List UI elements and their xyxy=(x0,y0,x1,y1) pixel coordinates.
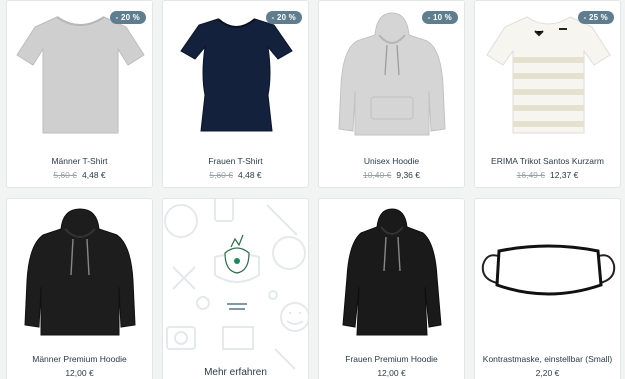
current-price: 2,20 € xyxy=(535,368,560,378)
discount-badge: - 20 % xyxy=(109,11,146,24)
old-price: 5,60 € xyxy=(209,170,233,180)
product-card-women-premium-hoodie[interactable]: Frauen Premium Hoodie 12,00 € xyxy=(318,198,465,379)
product-card-women-tshirt[interactable]: - 20 % Frauen T-Shirt 5,60 € 4,48 € xyxy=(162,0,309,188)
discount-badge: - 10 % xyxy=(421,11,458,24)
old-price: 5,60 € xyxy=(53,170,77,180)
product-price: 2,20 € xyxy=(475,368,620,378)
product-card-men-premium-hoodie[interactable]: Männer Premium Hoodie 12,00 € xyxy=(6,198,153,379)
discount-badge: - 25 % xyxy=(577,11,614,24)
current-price: 12,37 € xyxy=(550,170,579,180)
product-card-contrast-mask[interactable]: Kontrastmaske, einstellbar (Small) 2,20 … xyxy=(474,198,621,379)
product-price: 5,60 € 4,48 € xyxy=(7,170,152,180)
product-name: Männer T-Shirt xyxy=(51,156,108,166)
grey-tshirt-icon xyxy=(16,16,145,134)
black-hoodie-icon xyxy=(24,208,136,336)
current-price: 4,48 € xyxy=(82,170,106,180)
navy-women-tshirt-icon xyxy=(180,18,293,132)
current-price: 4,48 € xyxy=(238,170,262,180)
product-name: Frauen T-Shirt xyxy=(208,156,263,166)
product-price: 10,40 € 9,36 € xyxy=(319,170,464,180)
product-price: 12,00 € xyxy=(319,368,464,378)
product-card-unisex-hoodie[interactable]: - 10 % Unisex Hoodie 10,40 € 9,36 € xyxy=(318,0,465,188)
learn-more-link[interactable]: Mehr erfahren xyxy=(163,367,308,378)
current-price: 9,36 € xyxy=(396,170,420,180)
current-price: 12,00 € xyxy=(65,368,94,378)
product-name: Frauen Premium Hoodie xyxy=(345,354,438,364)
promo-card[interactable]: Mehr erfahren xyxy=(162,198,309,379)
product-grid: - 20 % Männer T-Shirt 5,60 € 4,48 € - 20 … xyxy=(0,0,625,379)
old-price: 10,40 € xyxy=(362,170,392,180)
product-price: 16,49 € 12,37 € xyxy=(475,170,620,180)
grey-hoodie-icon xyxy=(338,12,446,136)
black-women-hoodie-icon xyxy=(342,208,442,336)
product-price: 12,00 € xyxy=(7,368,152,378)
product-name: ERIMA Trikot Santos Kurzarm xyxy=(491,156,604,166)
product-card-men-tshirt[interactable]: - 20 % Männer T-Shirt 5,60 € 4,48 € xyxy=(6,0,153,188)
product-card-erima-jersey[interactable]: - 25 % ERIMA Trikot Santos Kurzarm 16,49… xyxy=(474,0,621,188)
current-price: 12,00 € xyxy=(377,368,406,378)
doodle-pattern-icon xyxy=(164,199,308,370)
striped-jersey-icon xyxy=(486,16,611,134)
discount-badge: - 20 % xyxy=(265,11,302,24)
product-name: Männer Premium Hoodie xyxy=(32,354,127,364)
old-price: 16,49 € xyxy=(516,170,545,180)
product-name: Kontrastmaske, einstellbar (Small) xyxy=(482,354,613,364)
product-name: Unisex Hoodie xyxy=(363,156,420,166)
product-price: 5,60 € 4,48 € xyxy=(163,170,308,180)
face-mask-icon xyxy=(481,244,616,296)
